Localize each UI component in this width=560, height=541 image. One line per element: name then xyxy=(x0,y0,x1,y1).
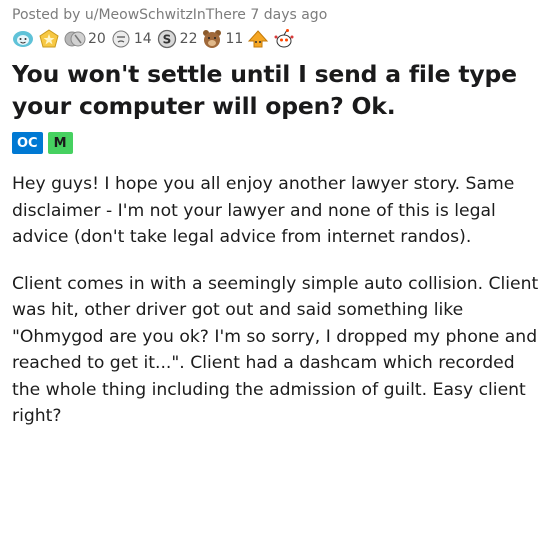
posted-by-prefix: Posted by xyxy=(12,7,81,23)
wholesome-seal-icon xyxy=(13,31,33,47)
award-count: 20 xyxy=(88,31,106,47)
body-paragraph: Client comes in with a seemingly simple … xyxy=(12,273,539,427)
body-paragraph: Hey guys! I hope you all enjoy another l… xyxy=(12,174,515,247)
award-alien-party[interactable] xyxy=(273,29,295,49)
author-link[interactable]: u/MeowSchwitzInThere xyxy=(85,7,246,23)
post-meta: Posted by u/MeowSchwitzInThere 7 days ag… xyxy=(12,6,548,24)
flair-m[interactable]: M xyxy=(47,132,73,154)
flair-row: OC M xyxy=(12,132,548,156)
alien-party-icon xyxy=(274,29,294,48)
award-dollar-coin[interactable]: S 22 xyxy=(156,29,198,49)
post-age: 7 days ago xyxy=(250,7,328,23)
flair-oc[interactable]: OC xyxy=(12,132,43,154)
award-count: 11 xyxy=(225,31,244,47)
post-title[interactable]: You won't settle until I send a file typ… xyxy=(12,58,548,122)
star-badge-icon xyxy=(39,29,59,48)
post-body: Hey guys! I hope you all enjoy another l… xyxy=(12,171,548,430)
upvote-hat-icon xyxy=(248,30,269,48)
awards-row[interactable]: 20 14 S 22 11 xyxy=(12,28,548,50)
award-facepalm[interactable]: 14 xyxy=(110,29,152,49)
post-container: Posted by u/MeowSchwitzInThere 7 days ag… xyxy=(0,0,560,430)
award-wholesome-seal[interactable] xyxy=(12,29,34,49)
award-star-badge[interactable] xyxy=(38,29,60,49)
silver-pair-icon xyxy=(64,31,86,47)
award-bear[interactable]: 11 xyxy=(201,29,243,49)
award-count: 22 xyxy=(179,31,198,47)
award-silver-pair[interactable]: 20 xyxy=(64,29,106,49)
bear-icon xyxy=(203,30,222,48)
award-upvote-hat[interactable] xyxy=(247,29,269,49)
award-count: 14 xyxy=(133,31,152,47)
facepalm-icon xyxy=(112,30,130,48)
dollar-coin-icon: S xyxy=(157,29,176,49)
svg-text:S: S xyxy=(162,33,171,47)
